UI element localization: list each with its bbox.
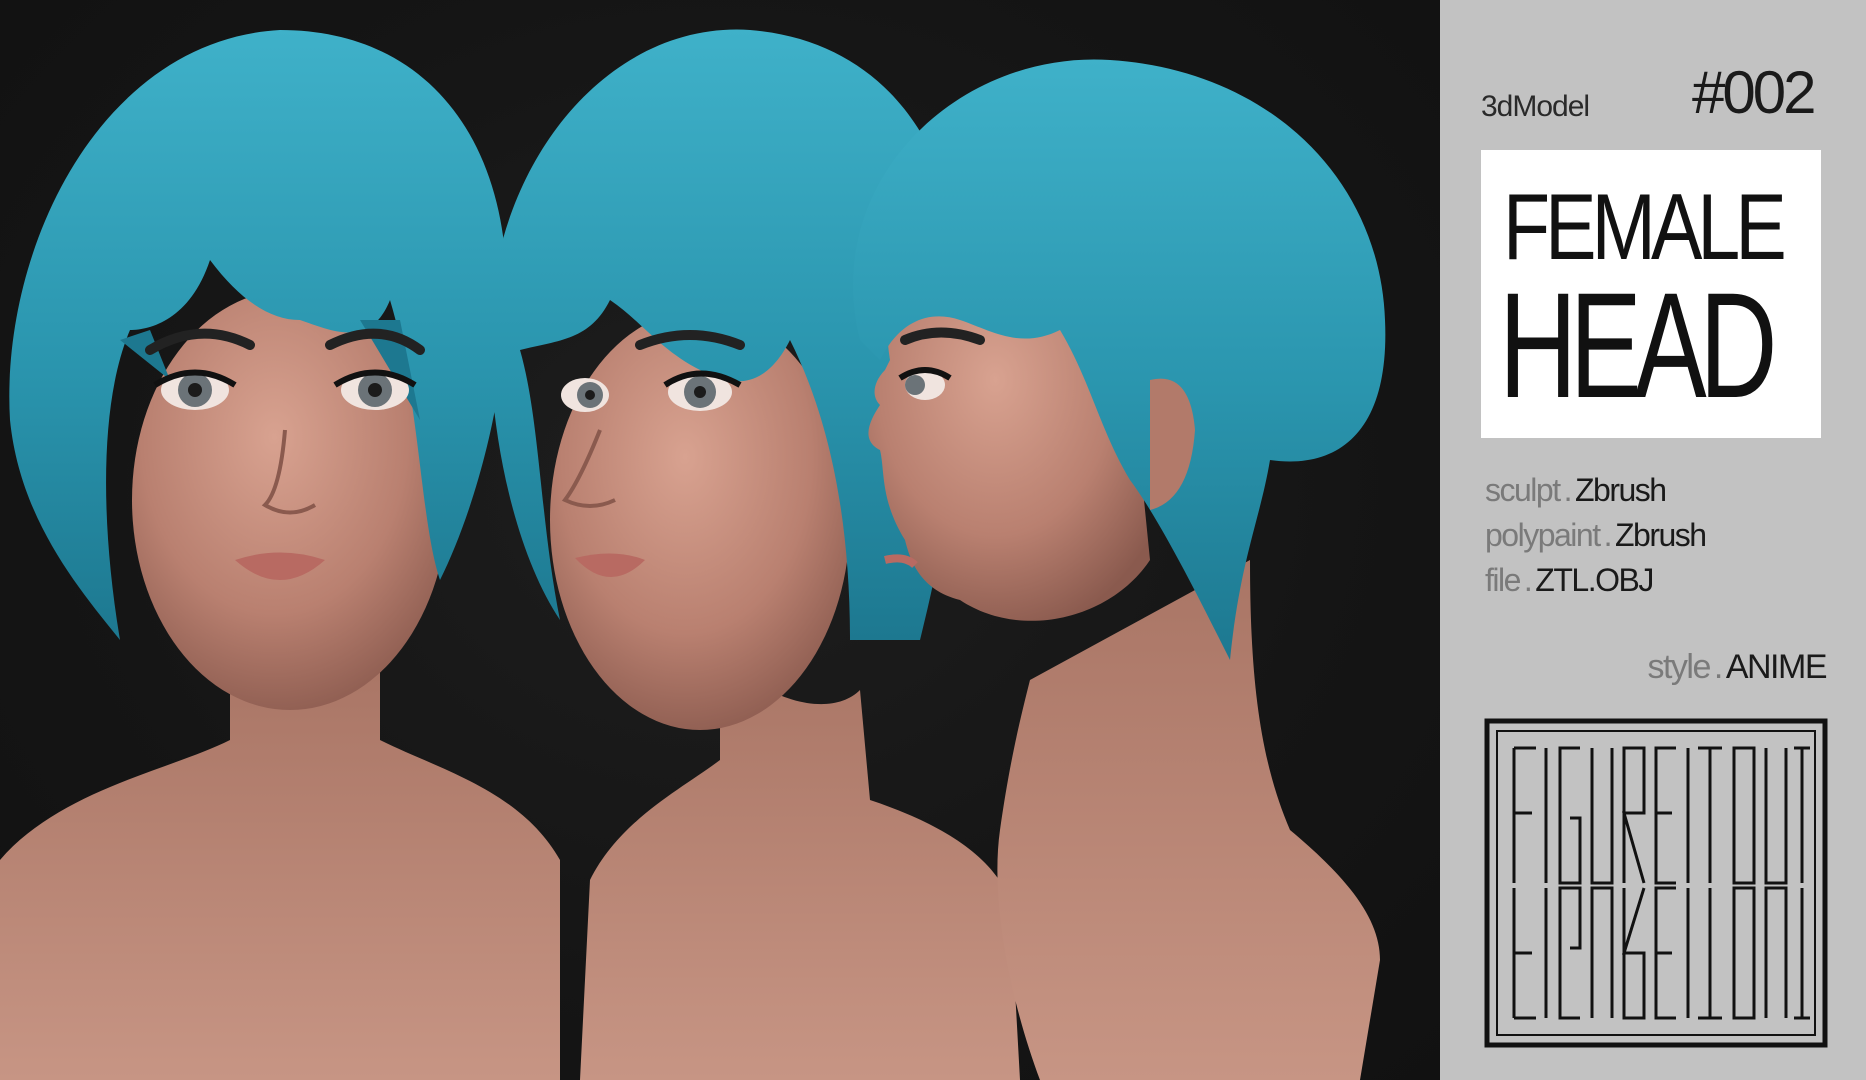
figure-it-out-logo	[1484, 718, 1828, 1048]
style-separator: .	[1713, 648, 1723, 686]
style-row: style. ANIME	[1647, 648, 1828, 687]
title-line-1: FEMALE	[1503, 174, 1787, 279]
title-line-2: HEAD	[1499, 261, 1777, 429]
spec-list: sculpt. Zbrush polypaint. Zbrush file. ZTL.…	[1485, 468, 1707, 603]
spec-separator: .	[1603, 517, 1613, 553]
model-type-label: 3dModel	[1481, 90, 1590, 123]
spec-value: Zbrush	[1614, 517, 1707, 553]
spec-key: sculpt	[1485, 472, 1561, 508]
info-panel: 3dModel #002 FEMALE HEAD sculpt. Zbrush p…	[1440, 0, 1866, 1080]
spec-row-file: file. ZTL.OBJ	[1485, 558, 1706, 603]
head-renders	[0, 29, 1386, 1080]
model-number: #002	[1692, 59, 1816, 126]
spec-row-sculpt: sculpt. Zbrush	[1485, 468, 1706, 513]
spec-row-polypaint: polypaint. Zbrush	[1485, 513, 1707, 558]
render-viewport	[0, 0, 1440, 1080]
spec-key: file	[1485, 562, 1521, 598]
head-front-view	[0, 30, 560, 1080]
spec-separator: .	[1563, 472, 1573, 508]
spec-value: Zbrush	[1574, 472, 1667, 508]
spec-key: polypaint	[1485, 517, 1601, 553]
title-box: FEMALE HEAD	[1481, 150, 1821, 438]
spec-separator: .	[1523, 562, 1533, 598]
style-key: style	[1647, 648, 1711, 686]
spec-value: ZTL.OBJ	[1535, 562, 1654, 598]
style-value: ANIME	[1725, 648, 1828, 686]
